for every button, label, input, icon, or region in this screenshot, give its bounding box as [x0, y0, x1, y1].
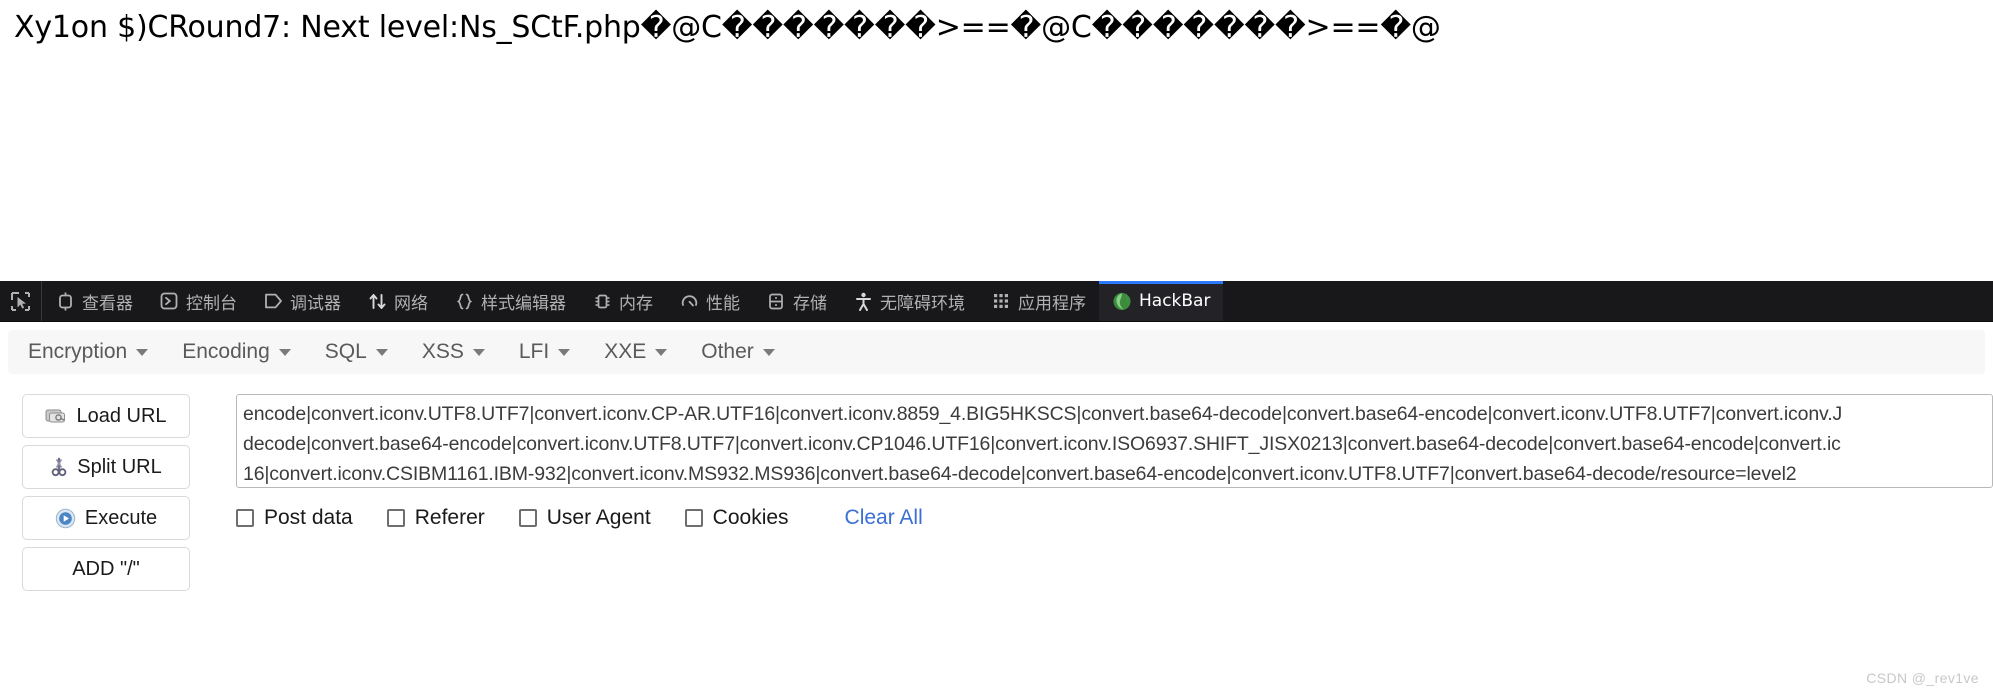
- chevron-down-icon: [136, 348, 149, 356]
- split-url-button[interactable]: Split URL: [22, 445, 190, 489]
- menu-encoding[interactable]: Encoding: [182, 340, 291, 364]
- tab-inspector[interactable]: 查看器: [42, 281, 146, 321]
- url-line: 16|convert.iconv.CSIBM1161.IBM-932|conve…: [243, 463, 1797, 485]
- accessibility-icon: [853, 291, 873, 311]
- menu-label: Other: [701, 340, 754, 363]
- menu-lfi[interactable]: LFI: [518, 340, 571, 364]
- tab-label: 内存: [619, 293, 653, 314]
- hackbar-panel: Encryption Encoding SQL XSS LFI XXE Othe…: [0, 322, 1993, 695]
- watermark: CSDN @_rev1ve: [1866, 670, 1979, 686]
- url-line: decode|convert.base64-encode|convert.ico…: [243, 433, 1841, 455]
- clear-all-link[interactable]: Clear All: [845, 506, 923, 530]
- performance-icon: [679, 291, 699, 311]
- tab-debugger[interactable]: 调试器: [250, 281, 354, 321]
- chevron-down-icon: [278, 348, 291, 356]
- tab-accessibility[interactable]: 无障碍环境: [840, 281, 978, 321]
- option-label: Cookies: [712, 506, 789, 529]
- tab-label: 调试器: [290, 293, 341, 314]
- button-label: Execute: [84, 506, 158, 529]
- button-label: ADD "/": [72, 557, 140, 580]
- hackbar-options-row: Post data Referer User Agent Cookies Cle…: [236, 506, 923, 530]
- devtools-toolbar: 查看器 控制台 调试器 网络 样式编辑器 内存 性能 存储 无障碍环境 应用程序…: [0, 281, 1993, 322]
- menu-xxe[interactable]: XXE: [604, 340, 668, 364]
- tab-label: 存储: [793, 293, 827, 314]
- style-editor-icon: [454, 291, 474, 311]
- tab-label: 网络: [394, 293, 428, 314]
- checkbox[interactable]: [518, 509, 537, 527]
- inspector-icon: [55, 291, 75, 311]
- tab-label: 查看器: [82, 293, 133, 314]
- memory-icon: [592, 291, 612, 311]
- menu-xss[interactable]: XSS: [422, 340, 485, 364]
- menu-label: XSS: [421, 340, 464, 363]
- button-label: Split URL: [77, 455, 162, 478]
- tab-performance[interactable]: 性能: [666, 281, 753, 321]
- option-user-agent[interactable]: User Agent: [518, 506, 651, 530]
- menu-label: LFI: [518, 340, 550, 363]
- hackbar-action-buttons: Load URL Split URL Execute ADD "/": [22, 394, 190, 591]
- option-label: Post data: [264, 506, 353, 529]
- button-label: Load URL: [76, 404, 167, 427]
- web-page-content: Xy1on $)CRound7: Next level:Ns_SCtF.php�…: [0, 0, 1993, 281]
- option-label: Referer: [414, 506, 485, 529]
- checkbox[interactable]: [684, 509, 703, 527]
- menu-encryption[interactable]: Encryption: [28, 340, 149, 364]
- scissors-icon: [50, 457, 68, 477]
- chevron-down-icon: [655, 348, 668, 356]
- page-title: Xy1on $)CRound7: Next level:Ns_SCtF.php�…: [14, 10, 1441, 45]
- network-icon: [367, 291, 387, 311]
- chevron-down-icon: [375, 348, 388, 356]
- tab-console[interactable]: 控制台: [146, 281, 250, 321]
- chevron-down-icon: [558, 348, 571, 356]
- option-cookies[interactable]: Cookies: [684, 506, 789, 530]
- tab-label: 应用程序: [1018, 293, 1086, 314]
- element-picker-button[interactable]: [0, 281, 42, 321]
- play-icon: [55, 508, 76, 529]
- menu-other[interactable]: Other: [701, 340, 775, 364]
- tab-network[interactable]: 网络: [354, 281, 441, 321]
- storage-icon: [766, 291, 786, 311]
- menu-label: SQL: [324, 340, 367, 363]
- debugger-icon: [263, 291, 283, 311]
- hackbar-firefox-icon: [1112, 291, 1132, 311]
- tab-memory[interactable]: 内存: [579, 281, 666, 321]
- menu-label: Encoding: [182, 340, 270, 363]
- option-referer[interactable]: Referer: [386, 506, 485, 530]
- tab-application[interactable]: 应用程序: [978, 281, 1099, 321]
- url-line: encode|convert.iconv.UTF8.UTF7|convert.i…: [243, 403, 1843, 425]
- tab-hackbar[interactable]: HackBar: [1099, 281, 1224, 321]
- chevron-down-icon: [762, 348, 775, 356]
- tab-label: HackBar: [1139, 291, 1211, 311]
- tab-label: 样式编辑器: [481, 293, 566, 314]
- add-slash-button[interactable]: ADD "/": [22, 547, 190, 591]
- load-url-icon: [45, 407, 67, 425]
- application-icon: [991, 291, 1011, 311]
- option-post-data[interactable]: Post data: [236, 506, 353, 530]
- menu-label: XXE: [604, 340, 647, 363]
- hackbar-menubar: Encryption Encoding SQL XSS LFI XXE Othe…: [8, 330, 1985, 374]
- tab-label: 控制台: [186, 293, 237, 314]
- execute-button[interactable]: Execute: [22, 496, 190, 540]
- url-input-textarea[interactable]: encode|convert.iconv.UTF8.UTF7|convert.i…: [236, 394, 1993, 488]
- menu-sql[interactable]: SQL: [325, 340, 388, 364]
- tab-label: 性能: [706, 293, 740, 314]
- hackbar-body: Load URL Split URL Execute ADD "/" encod…: [0, 384, 1993, 695]
- checkbox[interactable]: [236, 509, 254, 527]
- tab-label: 无障碍环境: [880, 293, 965, 314]
- menu-label: Encryption: [28, 340, 128, 363]
- checkbox[interactable]: [386, 509, 405, 527]
- chevron-down-icon: [472, 348, 485, 356]
- option-label: User Agent: [546, 506, 651, 529]
- tab-style-editor[interactable]: 样式编辑器: [441, 281, 579, 321]
- console-icon: [159, 291, 179, 311]
- cursor-picker-icon: [10, 291, 31, 312]
- load-url-button[interactable]: Load URL: [22, 394, 190, 438]
- tab-storage[interactable]: 存储: [753, 281, 840, 321]
